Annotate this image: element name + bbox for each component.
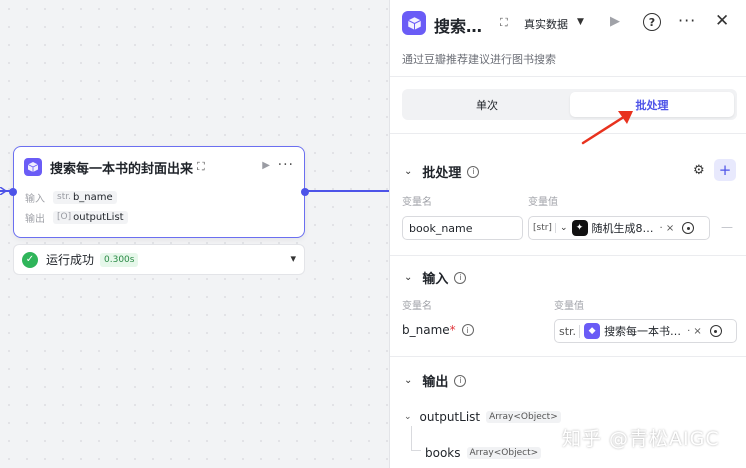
output-section-header[interactable]: ⌄ 输出 i [404,371,467,390]
input-param-ref-text: 搜索每一本书… [604,325,682,338]
run-status-text: 运行成功 [46,253,95,267]
more-icon[interactable]: ··· [678,11,696,30]
output-item-type: Array<Object> [486,411,561,423]
var-value-header: 变量值 [528,197,558,208]
batch-icon: ⛶ [500,16,508,29]
panel-description: 通过豆瓣推荐建议进行图书搜索 [402,53,556,66]
chevron-down-icon[interactable]: ▾ [290,252,296,265]
var-name-header: 变量名 [402,197,432,208]
input-param-ref[interactable]: str. ◆ 搜索每一本书… · × [554,319,737,343]
batch-var-value-ref[interactable]: [str] ⌄ ✦ 随机生成8… · × [528,216,710,240]
output-item-type: Array<Object> [466,447,542,459]
batch-var-name-value: book_name [409,221,473,235]
batch-var-ref-text: 随机生成8… [591,222,654,235]
type-tag: [str] [533,223,556,233]
target-icon[interactable] [682,222,695,234]
target-icon[interactable] [709,325,722,337]
required-mark: * [449,323,456,337]
type-tag: str. [559,324,581,338]
node-output-row: 输出 [O] outputList [14,207,304,227]
run-icon[interactable]: ▶ [610,14,620,29]
info-icon[interactable]: i [454,374,467,387]
watermark: 知乎 @青松AIGC [562,428,720,450]
input-section-header[interactable]: ⌄ 输入 i [404,268,467,287]
output-item-name: outputList [419,410,481,424]
workflow-node-search-covers[interactable]: 搜索每一本书的封面出来 ⛶ ▶ ··· 输入 str. b_name 输出 [O]… [9,146,309,238]
clear-icon[interactable]: · × [660,223,675,234]
run-node-icon[interactable]: ▶ [262,160,270,171]
batch-section-header[interactable]: ⌄ 批处理 i [404,162,480,181]
caret-down-icon[interactable]: ▼ [577,17,584,27]
run-mode-tabs: 单次 批处理 [402,89,737,120]
info-icon[interactable]: i [467,165,480,178]
info-icon[interactable]: i [454,271,467,284]
chevron-down-icon[interactable]: ⌄ [404,272,412,283]
annotation-arrow [581,111,633,145]
outgoing-edge [308,190,389,192]
node-input-port[interactable] [9,188,17,196]
clear-icon[interactable]: · × [687,326,702,337]
plugin-cube-icon [24,158,42,176]
node-output-value: outputList [73,211,124,223]
divider [390,133,746,134]
plugin-cube-icon [402,11,426,35]
node-input-row: 输入 str. b_name [14,187,304,207]
node-more-icon[interactable]: ··· [278,157,294,173]
output-item-name: books [425,446,461,460]
help-icon[interactable]: ? [643,13,661,31]
plugin-cube-icon: ◆ [584,323,601,339]
node-config-panel: 搜索… ⛶ 真实数据 ▼ ▶ ? ··· ✕ 通过豆瓣推荐建议进行图书搜索 单次… [389,0,746,468]
data-mode-select[interactable]: 真实数据 [524,16,568,32]
batch-icon: ⛶ [197,160,205,173]
node-output-port[interactable] [301,188,309,196]
panel-title[interactable]: 搜索… [434,13,482,37]
llm-node-icon: ✦ [571,220,588,236]
chevron-down-icon[interactable]: ⌄ [404,166,412,177]
batch-var-name-input[interactable]: book_name [402,216,523,240]
panel-header: 搜索… ⛶ 真实数据 ▼ ▶ ? ··· ✕ [390,0,746,46]
output-section-title: 输出 [422,375,449,390]
tree-connector [411,426,412,450]
chevron-down-icon[interactable]: ⌄ [404,412,412,422]
success-check-icon: ✓ [22,251,38,268]
batch-section-title: 批处理 [422,166,462,181]
node-title: 搜索每一本书的封面出来 [50,161,194,177]
info-icon[interactable]: i [461,324,474,336]
array-type-tag: [O] [57,212,72,222]
str-type-tag: str. [57,192,71,202]
chevron-down-icon[interactable]: ⌄ [404,375,412,386]
remove-variable-icon[interactable]: — [721,220,733,234]
tab-single[interactable]: 单次 [405,92,569,117]
node-input-chip: str. b_name [53,190,117,204]
node-input-label: 输入 [25,193,45,205]
input-section-title: 输入 [422,272,449,287]
output-tree-item[interactable]: books Array<Object> [419,446,542,460]
output-tree-item[interactable]: ⌄ outputList Array<Object> [404,410,561,424]
run-time-badge: 0.300s [100,252,139,267]
close-icon[interactable]: ✕ [715,11,729,31]
divider [390,255,746,256]
divider [390,356,746,357]
input-var-value-header: 变量值 [554,301,584,312]
input-param-label: b_name * i [402,323,474,337]
input-param-name: b_name [402,323,450,337]
workflow-canvas[interactable]: 搜索每一本书的封面出来 ⛶ ▶ ··· 输入 str. b_name 输出 [O]… [0,0,389,468]
run-status-bar[interactable]: ✓ 运行成功 0.300s ▾ [13,244,305,275]
chevron-down-icon[interactable]: ⌄ [560,223,568,233]
node-output-chip: [O] outputList [53,210,128,224]
divider [390,76,746,77]
input-var-name-header: 变量名 [402,301,432,312]
gear-icon[interactable]: ⚙ [693,163,705,178]
add-variable-button[interactable]: + [714,159,736,181]
node-output-label: 输出 [25,213,45,225]
node-input-value: b_name [72,191,113,203]
